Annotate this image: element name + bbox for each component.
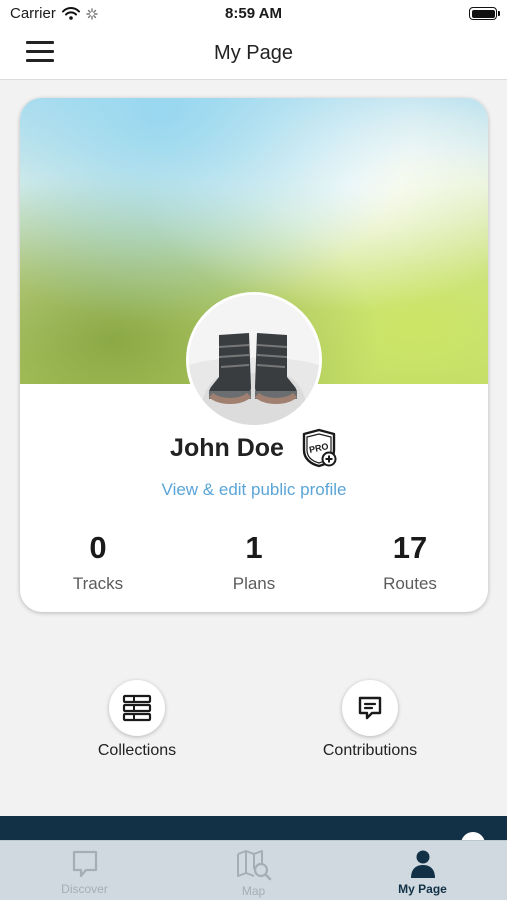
- stat-value: 0: [89, 530, 107, 565]
- stat-label: Routes: [383, 574, 437, 593]
- hiking-boots-photo: [189, 295, 319, 425]
- collections-icon: [122, 694, 152, 722]
- stat-label: Tracks: [72, 574, 124, 593]
- contributions-icon: [358, 696, 382, 720]
- view-edit-profile-link[interactable]: View & edit public profile: [20, 480, 488, 500]
- pro-badge-icon: PRO: [302, 428, 337, 468]
- user-name: John Doe: [170, 433, 284, 462]
- tab-map[interactable]: Map: [169, 841, 338, 900]
- tab-label: Discover: [61, 882, 108, 896]
- contributions-circle: [342, 680, 398, 736]
- page-title: My Page: [214, 42, 293, 64]
- profile-card: John Doe PRO View & edit public profile …: [20, 98, 488, 612]
- tab-label: Map: [241, 884, 266, 898]
- contributions-label: Contributions: [322, 742, 418, 759]
- stat-value: 17: [392, 530, 428, 565]
- collections-circle: [109, 680, 165, 736]
- contributions-button[interactable]: Contributions: [290, 680, 450, 760]
- user-icon: [410, 850, 435, 878]
- status-time: 8:59 AM: [225, 5, 282, 22]
- stat-value: 1: [245, 530, 263, 565]
- battery-icon: [469, 7, 500, 20]
- stat-tracks[interactable]: 0 Tracks: [20, 530, 176, 594]
- tab-bar: Discover Map My Page: [0, 840, 507, 900]
- name-row: John Doe PRO: [20, 428, 488, 468]
- tab-my-page[interactable]: My Page: [338, 841, 507, 900]
- status-bar: Carrier 8:59 AM: [0, 0, 507, 28]
- tab-label: My Page: [398, 882, 447, 896]
- map-search-icon: [236, 850, 271, 881]
- tab-discover[interactable]: Discover: [0, 841, 169, 900]
- stat-routes[interactable]: 17 Routes: [332, 530, 488, 594]
- collections-button[interactable]: Collections: [57, 680, 217, 760]
- avatar[interactable]: [186, 292, 322, 428]
- stat-plans[interactable]: 1 Plans: [176, 530, 332, 594]
- stat-label: Plans: [232, 574, 276, 593]
- collections-label: Collections: [97, 742, 177, 759]
- discover-icon: [72, 850, 97, 878]
- dark-banner: [0, 816, 507, 856]
- nav-bar: My Page: [0, 28, 507, 80]
